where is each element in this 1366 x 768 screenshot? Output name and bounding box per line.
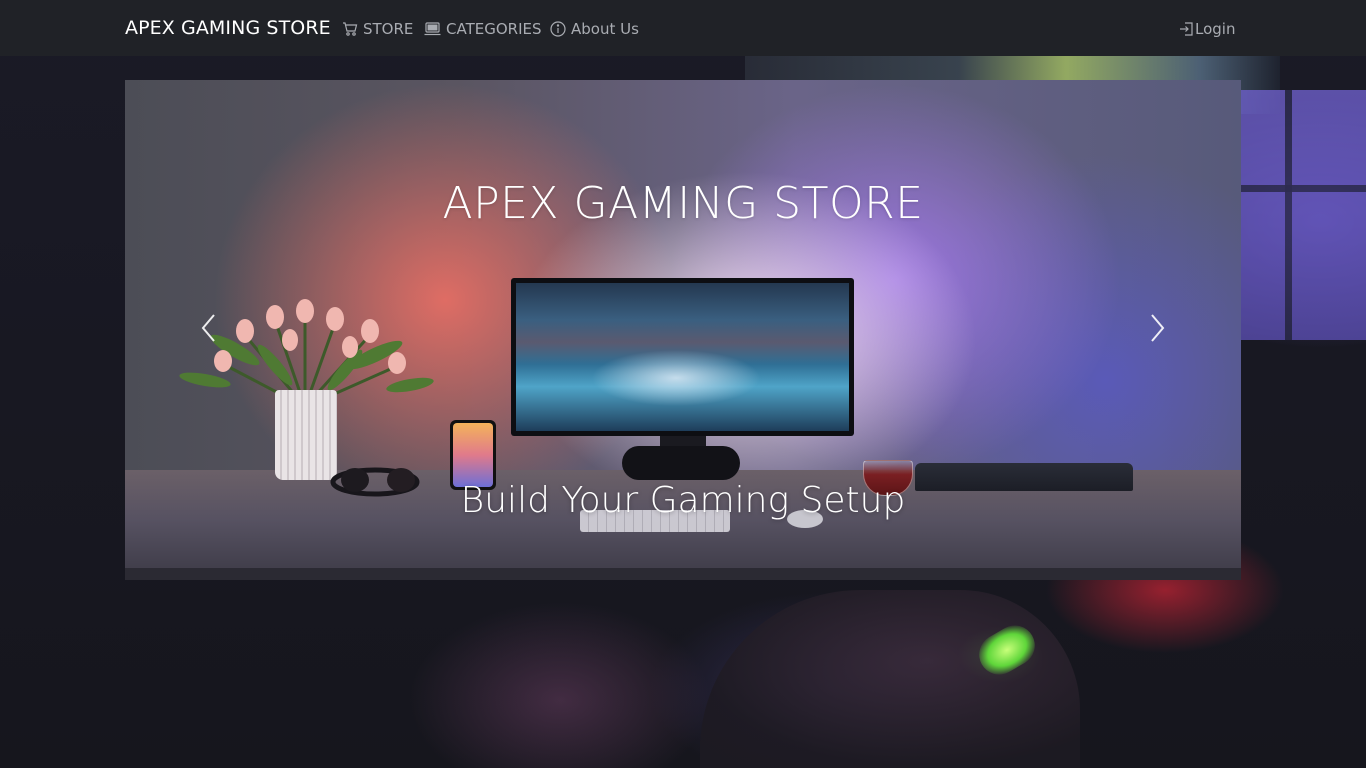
login-link[interactable]: Login [1179,19,1235,39]
carousel-slide: APEX GAMING STORE Build Your Gaming Setu… [125,80,1241,580]
chevron-right-icon [1147,312,1167,348]
slide-desk-edge [125,568,1241,580]
navbar-brand[interactable]: APEX GAMING STORE [125,17,331,39]
carousel-prev-button[interactable] [189,310,229,350]
nav-link-about[interactable]: About Us [550,19,639,39]
carousel-next-button[interactable] [1137,310,1177,350]
nav-link-label: CATEGORIES [446,20,542,38]
carousel-subtitle: Build Your Gaming Setup [460,480,906,521]
monitor-screen [516,283,849,431]
monitor-base [622,446,740,480]
hero-carousel: APEX GAMING STORE Build Your Gaming Setu… [125,80,1241,580]
chevron-left-icon [199,312,219,348]
nav-link-categories[interactable]: CATEGORIES [424,19,542,39]
carousel-title: APEX GAMING STORE [442,178,924,229]
login-label: Login [1195,20,1236,38]
nav-link-label: About Us [571,20,639,38]
navbar: APEX GAMING STORE STORE CATEGORIES About… [0,0,1366,56]
info-icon [550,21,566,37]
monitor-illustration [511,278,854,436]
cart-icon [342,21,358,37]
background-window [1240,90,1366,340]
login-icon [1179,21,1194,37]
phone-screen [453,423,493,487]
nav-link-store[interactable]: STORE [342,19,413,39]
laptop-icon [424,21,441,37]
nav-link-label: STORE [363,20,414,38]
